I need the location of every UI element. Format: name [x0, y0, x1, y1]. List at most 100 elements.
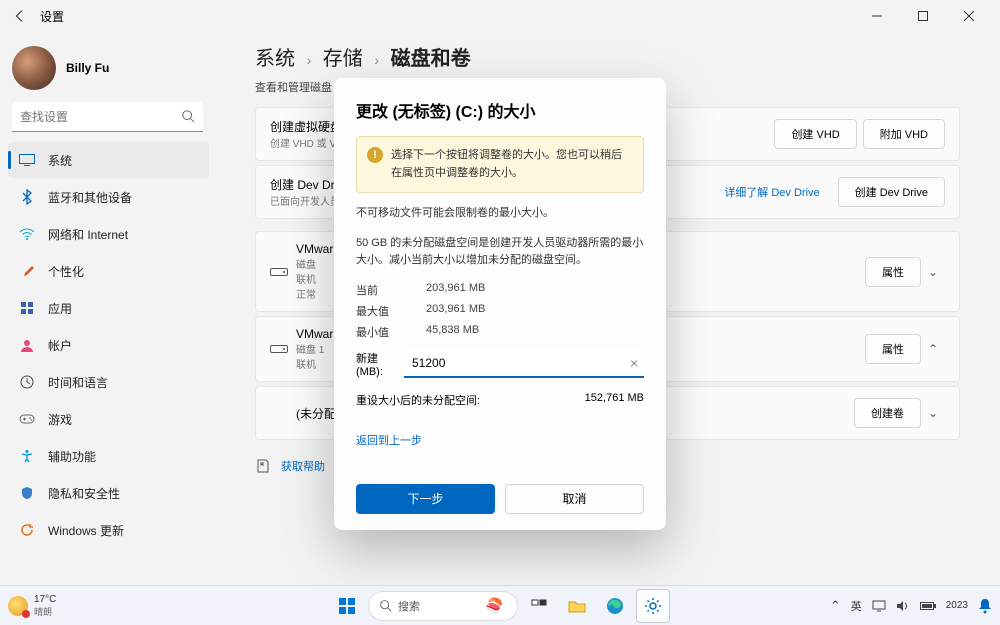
account-icon [18, 336, 36, 354]
chevron-down-icon[interactable]: ⌄ [921, 406, 945, 420]
chevron-right-icon: › [374, 52, 379, 68]
profile-name: Billy Fu [66, 61, 109, 75]
minimize-button[interactable] [854, 0, 900, 32]
next-button[interactable]: 下一步 [356, 484, 495, 514]
settings-button[interactable] [636, 589, 670, 623]
nav-item-label: 帐户 [48, 337, 72, 354]
label-after-unalloc: 重设大小后的未分配空间: [356, 392, 585, 408]
disk-icon [270, 266, 296, 278]
crumb-system[interactable]: 系统 [255, 48, 295, 70]
nav-item-system[interactable]: 系统 [8, 142, 209, 178]
task-view-button[interactable] [522, 589, 556, 623]
nav-item-label: 隐私和安全性 [48, 485, 120, 502]
tray-year[interactable]: 2023 [946, 600, 968, 611]
weather-icon [8, 596, 28, 616]
help-icon [255, 458, 271, 474]
nav-list: 系统蓝牙和其他设备网络和 Internet 个性化应用帐户时间和语言游戏辅助功能隐… [8, 142, 215, 548]
dialog-note: 50 GB 的未分配磁盘空间是创建开发人员驱动器所需的最小大小。减小当前大小以增… [356, 235, 644, 270]
time-icon [18, 373, 36, 391]
nav-item-privacy[interactable]: 隐私和安全性 [8, 475, 209, 511]
search-icon [379, 599, 392, 612]
search-decoration-icon: 🍣 [486, 597, 503, 614]
edge-button[interactable] [598, 589, 632, 623]
nav-item-update[interactable]: Windows 更新 [8, 512, 209, 548]
avatar [12, 46, 56, 90]
back-button[interactable] [8, 4, 32, 28]
nav-item-label: 网络和 Internet [48, 226, 128, 243]
create-volume-button[interactable]: 创建卷 [854, 398, 921, 428]
update-icon [18, 521, 36, 539]
nav-item-account[interactable]: 帐户 [8, 327, 209, 363]
weather-desc: 晴朗 [34, 605, 56, 618]
nav-item-label: 游戏 [48, 411, 72, 428]
create-dev-drive-button[interactable]: 创建 Dev Drive [838, 177, 945, 207]
nav-item-label: Windows 更新 [48, 522, 124, 539]
dev-drive-learn-link[interactable]: 详细了解 Dev Drive [724, 184, 819, 200]
label-new-size: 新建(MB): [356, 350, 404, 378]
crumb-disks: 磁盘和卷 [391, 48, 471, 70]
nav-item-apps[interactable]: 应用 [8, 290, 209, 326]
nav-item-label: 系统 [48, 152, 72, 169]
search-input[interactable] [12, 102, 203, 132]
nav-item-game[interactable]: 游戏 [8, 401, 209, 437]
clear-input-icon[interactable]: × [630, 355, 638, 371]
privacy-icon [18, 484, 36, 502]
nav-item-wifi[interactable]: 网络和 Internet [8, 216, 209, 252]
notifications-icon[interactable] [978, 598, 992, 614]
nav-item-brush[interactable]: 个性化 [8, 253, 209, 289]
network-icon[interactable] [872, 600, 886, 612]
maximize-button[interactable] [900, 0, 946, 32]
properties-button[interactable]: 属性 [865, 334, 921, 364]
taskbar-search[interactable]: 搜索 🍣 [368, 591, 518, 621]
close-button[interactable] [946, 0, 992, 32]
taskbar-search-label: 搜索 [398, 598, 420, 614]
volume-icon[interactable] [896, 600, 910, 612]
crumb-storage[interactable]: 存储 [323, 48, 363, 70]
nav-item-time[interactable]: 时间和语言 [8, 364, 209, 400]
ime-indicator[interactable]: 英 [851, 598, 862, 614]
value-after-unalloc: 152,761 MB [585, 392, 644, 408]
nav-item-bluetooth[interactable]: 蓝牙和其他设备 [8, 179, 209, 215]
chevron-down-icon[interactable]: ⌄ [921, 265, 945, 279]
dialog-info-banner: 选择下一个按钮将调整卷的大小。您也可以稍后在属性页中调整卷的大小。 [356, 136, 644, 193]
nav-item-a11y[interactable]: 辅助功能 [8, 438, 209, 474]
label-min: 最小值 [356, 324, 426, 340]
dialog-note: 不可移动文件可能会限制卷的最小大小。 [356, 205, 644, 223]
window-title: 设置 [40, 8, 64, 25]
profile-block[interactable]: Billy Fu [12, 46, 215, 90]
search-icon [181, 109, 195, 123]
system-icon [18, 151, 36, 169]
properties-button[interactable]: 属性 [865, 257, 921, 287]
dialog-title: 更改 (无标签) (C:) 的大小 [356, 98, 644, 122]
weather-temp: 17°C [34, 594, 56, 605]
nav-item-label: 时间和语言 [48, 374, 108, 391]
attach-vhd-button[interactable]: 附加 VHD [863, 119, 945, 149]
create-vhd-button[interactable]: 创建 VHD [774, 119, 856, 149]
get-help-link[interactable]: 获取帮助 [281, 458, 325, 474]
breadcrumb: 系统 › 存储 › 磁盘和卷 [255, 42, 960, 71]
chevron-right-icon: › [307, 52, 312, 68]
value-current: 203,961 MB [426, 282, 485, 298]
tray-chevron-up-icon[interactable]: ⌃ [830, 598, 841, 614]
battery-icon[interactable] [920, 601, 936, 611]
back-step-link[interactable]: 返回到上一步 [356, 432, 644, 448]
chevron-up-icon[interactable]: ⌃ [921, 342, 945, 356]
weather-widget[interactable]: 17°C 晴朗 [8, 594, 56, 618]
resize-volume-dialog: 更改 (无标签) (C:) 的大小 选择下一个按钮将调整卷的大小。您也可以稍后在… [334, 78, 666, 530]
nav-item-label: 应用 [48, 300, 72, 317]
explorer-button[interactable] [560, 589, 594, 623]
taskbar: 17°C 晴朗 搜索 🍣 ⌃ 英 2023 [0, 585, 1000, 625]
start-button[interactable] [330, 589, 364, 623]
nav-item-label: 辅助功能 [48, 448, 96, 465]
nav-item-label: 个性化 [48, 263, 84, 280]
value-max: 203,961 MB [426, 303, 485, 319]
wifi-icon [18, 225, 36, 243]
label-current: 当前 [356, 282, 426, 298]
cancel-button[interactable]: 取消 [505, 484, 644, 514]
label-max: 最大值 [356, 303, 426, 319]
new-size-input[interactable] [404, 350, 644, 378]
disk-icon [270, 343, 296, 355]
a11y-icon [18, 447, 36, 465]
brush-icon [18, 262, 36, 280]
bluetooth-icon [18, 188, 36, 206]
